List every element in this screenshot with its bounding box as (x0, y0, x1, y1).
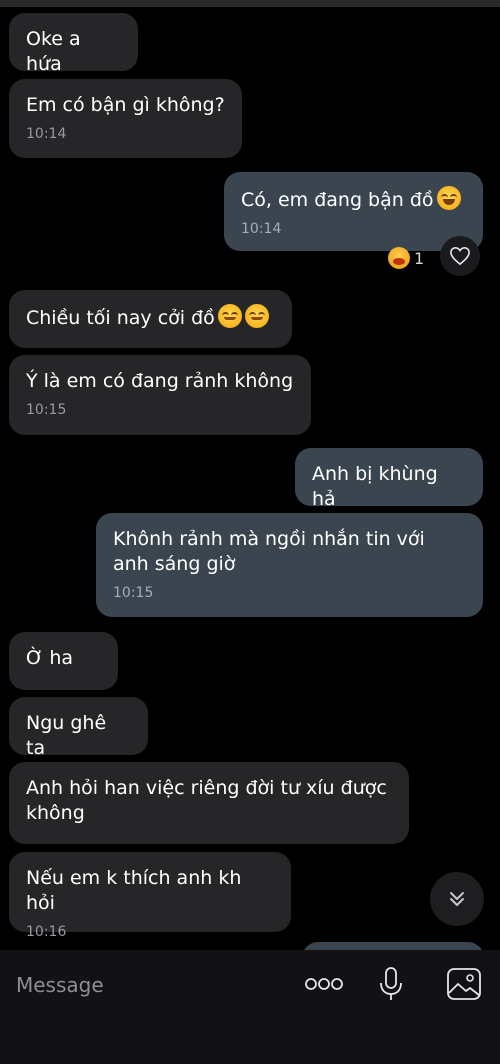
scroll-down-icon (450, 892, 464, 906)
message-timestamp: 10:14 (241, 221, 282, 237)
heart-icon (450, 246, 470, 266)
message-outgoing[interactable]: Anh bị khùng hả (295, 448, 483, 510)
reaction-badge[interactable]: 1 (380, 245, 428, 271)
message-timestamp: 10:14 (26, 126, 67, 142)
gallery-button[interactable] (444, 964, 484, 1004)
more-options-button[interactable] (302, 970, 346, 998)
message-text: Ờ ha (26, 647, 74, 669)
message-incoming[interactable]: Oke a hứa (9, 13, 138, 75)
message-text: Khônh rảnh mà ngồi nhắn tin với anh sáng… (113, 528, 425, 575)
reaction-count: 1 (414, 248, 425, 268)
message-outgoing[interactable]: Có, em đang bận đồ 10:14 (224, 172, 483, 251)
message-incoming[interactable]: Ý là em có đang rảnh không 10:15 (9, 355, 311, 435)
microphone-icon (380, 967, 402, 1000)
message-incoming[interactable]: Em có bận gì không? 10:14 (9, 79, 242, 158)
laughing-face-icon (388, 247, 410, 269)
message-incoming[interactable]: Anh hỏi han việc riêng đời tư xíu được k… (9, 762, 409, 844)
relieved-face-emoji-icon (217, 304, 242, 328)
message-outgoing[interactable]: Khônh rảnh mà ngồi nhắn tin với anh sáng… (96, 513, 483, 617)
grinning-face-emoji-icon (436, 186, 461, 210)
react-heart-button[interactable] (440, 236, 480, 276)
message-text: Chiều tối nay cởi đồ (26, 307, 215, 329)
message-incoming[interactable]: Chiều tối nay cởi đồ (9, 290, 292, 348)
composer-bar (0, 950, 500, 1064)
message-text: Có, em đang bận đồ (241, 189, 434, 211)
message-text: Em có bận gì không? (26, 94, 225, 116)
message-incoming[interactable]: Ờ ha (9, 632, 118, 690)
message-text: Anh hỏi han việc riêng đời tư xíu được k… (26, 777, 387, 824)
relieved-face-emoji-icon (244, 304, 269, 328)
message-timestamp: 10:16 (26, 924, 67, 940)
message-input[interactable] (16, 971, 276, 999)
top-divider (0, 0, 500, 7)
message-incoming[interactable]: Nếu em k thích anh kh hỏi 10:16 (9, 852, 291, 940)
more-dots-icon (305, 978, 343, 990)
message-text: Anh bị khùng hả (312, 463, 438, 510)
scroll-to-bottom-button[interactable] (430, 872, 484, 926)
message-text: Oke a hứa (26, 28, 81, 75)
message-text: Ý là em có đang rảnh không (26, 370, 294, 392)
message-text: Nếu em k thích anh kh hỏi (26, 867, 242, 914)
message-incoming[interactable]: Ngu ghê ta (9, 697, 148, 759)
message-text: Ngu ghê ta (26, 712, 107, 759)
message-timestamp: 10:15 (113, 585, 154, 601)
gallery-icon (447, 968, 481, 1000)
message-timestamp: 10:15 (26, 402, 67, 418)
voice-message-button[interactable] (374, 964, 408, 1004)
